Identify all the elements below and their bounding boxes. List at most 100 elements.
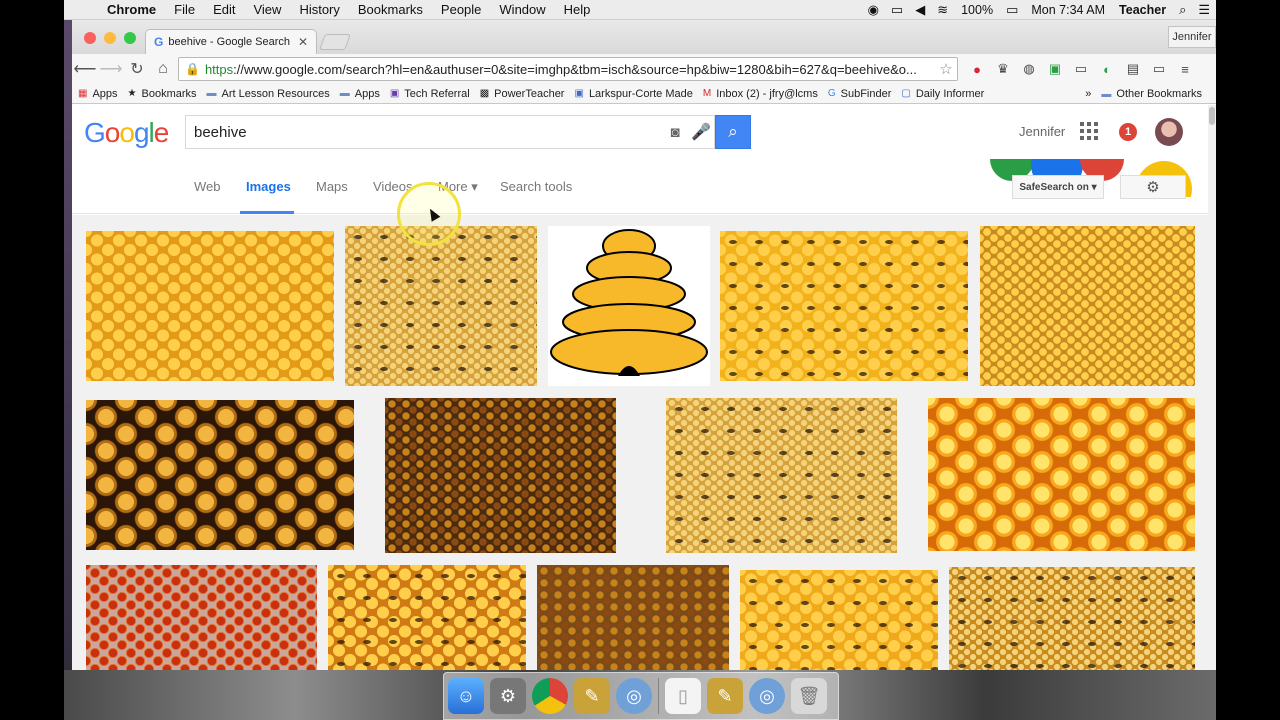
address-bar[interactable]: 🔒 https ://www.google.com/search?hl=en&a… (178, 57, 958, 81)
airplay-icon[interactable]: ▭ (885, 2, 909, 18)
search-button[interactable]: ⌕ (715, 115, 751, 149)
menu-app-name[interactable]: Chrome (98, 2, 165, 17)
bookmark-daily-informer[interactable]: ▢ Daily Informer (901, 88, 984, 100)
extension-cast-icon[interactable]: ▭ (1070, 59, 1092, 79)
image-result[interactable] (720, 231, 968, 381)
more-bookmarks-chevron[interactable]: » (1085, 88, 1091, 100)
image-result[interactable] (949, 567, 1195, 670)
trash-icon[interactable]: 🗑 (791, 678, 827, 714)
menu-window[interactable]: Window (490, 2, 554, 17)
menu-bookmarks[interactable]: Bookmarks (349, 2, 432, 17)
image-result[interactable] (928, 398, 1195, 551)
menu-people[interactable]: People (432, 2, 490, 17)
settings-button[interactable]: ⚙ (1120, 175, 1186, 199)
image-result[interactable] (345, 226, 537, 386)
spotlight-search-icon[interactable]: ⌕ (1173, 2, 1192, 18)
logo-letter: G (84, 117, 106, 148)
volume-icon[interactable]: ◀ (909, 2, 931, 18)
battery-icon[interactable]: ▭ (1000, 2, 1024, 18)
extension-green-icon[interactable]: ▣ (1044, 59, 1066, 79)
bookmark-inbox[interactable]: M Inbox (2) - jfry@lcms (703, 88, 818, 100)
extension-globe-icon[interactable]: ◍ (1018, 59, 1040, 79)
image-result[interactable] (86, 400, 354, 550)
image-result-beehive-drawing[interactable] (548, 226, 710, 386)
image-result[interactable] (537, 565, 729, 670)
zoom-window-button[interactable] (124, 32, 136, 44)
apps-grid-icon[interactable] (1080, 122, 1098, 140)
bookmark-label: Daily Informer (915, 87, 985, 100)
menu-file[interactable]: File (165, 2, 204, 17)
bookmark-tech-referral[interactable]: ▣ Tech Referral (390, 88, 470, 100)
google-logo[interactable]: Google (84, 117, 169, 149)
bookmark-label: Bookmarks (141, 87, 197, 100)
logo-letter: g (133, 117, 150, 148)
image-result[interactable] (666, 398, 897, 553)
bookmark-art-lesson[interactable]: ▬ Art Lesson Resources (207, 88, 330, 100)
bookmark-star-icon[interactable]: ☆ (935, 60, 957, 78)
avatar[interactable] (1155, 118, 1183, 146)
camera-icon[interactable]: ◙ (662, 124, 688, 141)
notes-app-icon[interactable]: ✎ (574, 678, 610, 714)
scrollbar-thumb[interactable] (1209, 107, 1215, 125)
wifi-icon[interactable]: ≋ (931, 2, 954, 18)
search-input[interactable]: beehive ◙ 🎤 (185, 115, 715, 149)
tab-images[interactable]: Images (246, 179, 291, 194)
chrome-icon[interactable] (532, 678, 568, 714)
tab-search-tools[interactable]: Search tools (500, 179, 572, 194)
finder-icon[interactable]: ☺ (448, 678, 484, 714)
account-name[interactable]: Jennifer (1019, 124, 1065, 139)
quicktime-document-icon[interactable]: ◎ (749, 678, 785, 714)
extension-toggle-icon[interactable]: ◐ (1096, 59, 1118, 79)
bookmark-larkspur[interactable]: ▣ Larkspur-Corte Made (574, 88, 692, 100)
notification-center-icon[interactable]: ☰ (1192, 2, 1216, 18)
menu-history[interactable]: History (290, 2, 348, 17)
tab-maps[interactable]: Maps (316, 179, 348, 194)
close-tab-icon[interactable]: ✕ (298, 35, 308, 49)
dock: ☺ ⚙ ✎ ◎ ▯ ✎ ◎ 🗑 (443, 672, 839, 720)
microphone-icon[interactable]: 🎤 (688, 122, 714, 142)
home-icon[interactable]: ⌂ (150, 60, 176, 78)
menu-user[interactable]: Teacher (1112, 3, 1173, 17)
page-scrollbar[interactable] (1208, 105, 1216, 670)
tab-web[interactable]: Web (194, 179, 221, 194)
chrome-menu-icon[interactable]: ≡ (1174, 59, 1196, 79)
image-result[interactable] (328, 565, 526, 670)
menu-edit[interactable]: Edit (204, 2, 244, 17)
document-icon[interactable]: ▯ (665, 678, 701, 714)
bookmark-apps-folder[interactable]: ▬ Apps (340, 88, 380, 100)
extensions-area: ● ♛ ◍ ▣ ▭ ◐ ▤ ▭ ≡ (966, 59, 1196, 79)
bookmark-powerteacher[interactable]: ▩ PowerTeacher (480, 88, 565, 100)
image-result[interactable] (740, 570, 938, 670)
back-arrow-icon[interactable]: ⟵ (72, 59, 98, 79)
close-window-button[interactable] (84, 32, 96, 44)
system-preferences-icon[interactable]: ⚙ (490, 678, 526, 714)
record-icon[interactable]: ◉ (862, 2, 885, 18)
minimize-window-button[interactable] (104, 32, 116, 44)
extension-screen-icon[interactable]: ▤ (1122, 59, 1144, 79)
bookmark-label: Larkspur-Corte Made (588, 87, 693, 100)
menu-help[interactable]: Help (555, 2, 600, 17)
profile-button[interactable]: Jennifer (1168, 26, 1216, 48)
bookmark-subfinder[interactable]: G SubFinder (828, 88, 892, 100)
image-result[interactable] (980, 226, 1195, 386)
menu-clock[interactable]: Mon 7:34 AM (1024, 3, 1112, 17)
image-result[interactable] (86, 231, 334, 381)
notifications-badge[interactable]: 1 (1119, 123, 1137, 141)
image-result[interactable] (86, 565, 317, 670)
bookmark-apps[interactable]: ▦ Apps (78, 88, 118, 100)
new-tab-button[interactable] (319, 34, 351, 50)
notes-document-icon[interactable]: ✎ (707, 678, 743, 714)
extension-cast2-icon[interactable]: ▭ (1148, 59, 1170, 79)
safesearch-dropdown[interactable]: SafeSearch on ▾ (1012, 175, 1104, 199)
bookmark-other[interactable]: ▬ Other Bookmarks (1101, 88, 1202, 100)
extension-red-icon[interactable]: ● (966, 59, 988, 79)
image-result[interactable] (385, 398, 616, 553)
tab-beehive-search[interactable]: G beehive - Google Search ✕ (145, 29, 317, 54)
menu-view[interactable]: View (244, 2, 290, 17)
quicktime-icon[interactable]: ◎ (616, 678, 652, 714)
battery-percent: 100% (961, 2, 994, 17)
forward-arrow-icon[interactable]: ⟶ (98, 59, 124, 79)
extension-crown-icon[interactable]: ♛ (992, 59, 1014, 79)
bookmark-bookmarks[interactable]: ★ Bookmarks (128, 88, 197, 100)
reload-icon[interactable]: ↻ (124, 59, 150, 79)
